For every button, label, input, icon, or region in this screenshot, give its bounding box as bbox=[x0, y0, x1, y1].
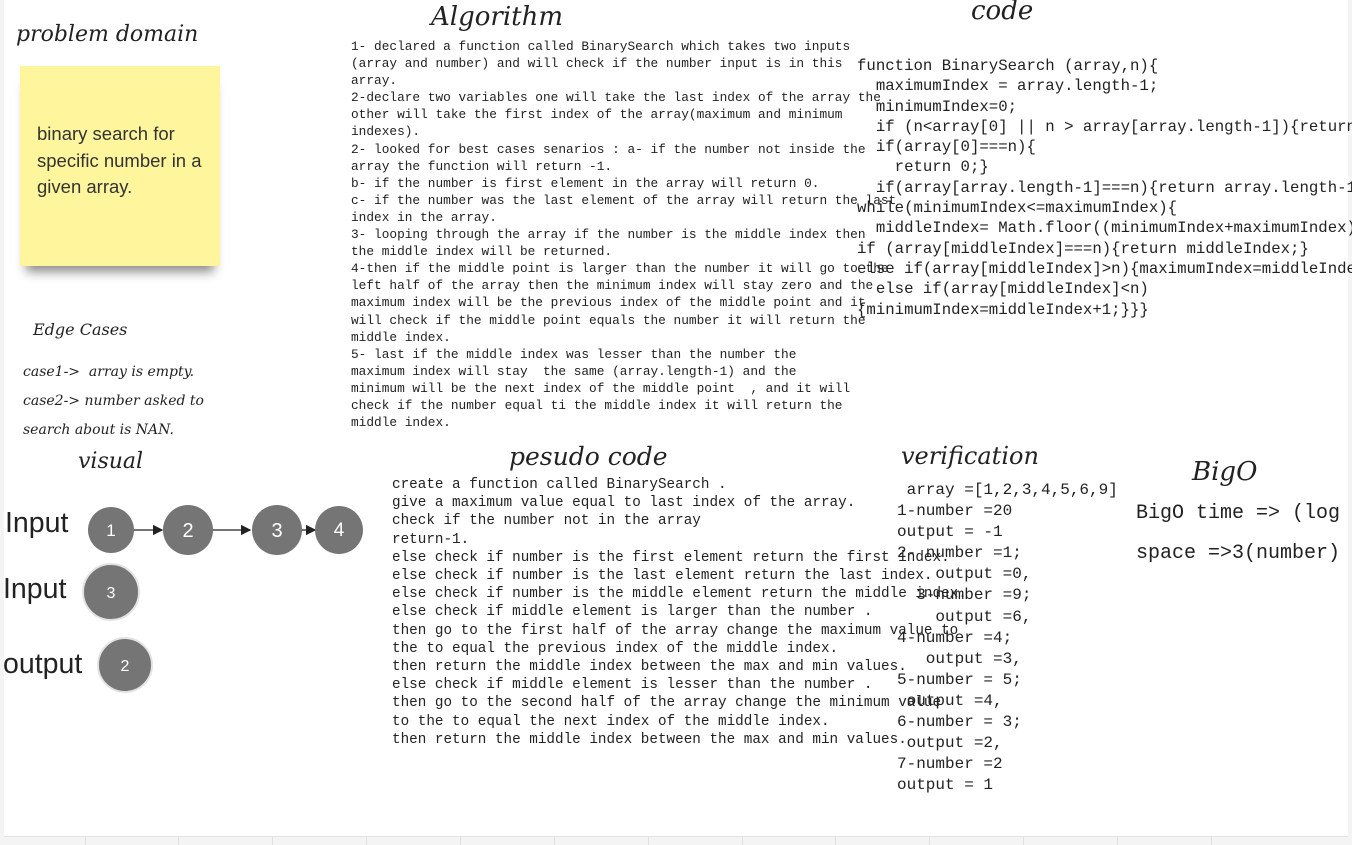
verification-text[interactable]: array =[1,2,3,4,5,6,9] 1-number =20 outp… bbox=[897, 480, 1118, 796]
search-value-node[interactable]: 3 bbox=[82, 563, 140, 621]
verification-heading[interactable]: verification bbox=[901, 442, 1039, 470]
search-value-label: 3 bbox=[107, 585, 116, 602]
visual-diagram: 1 2 3 4 3 2 bbox=[82, 505, 363, 693]
array-node[interactable]: 1 bbox=[88, 507, 134, 553]
pseudo-code-text[interactable]: create a function called BinarySearch . … bbox=[392, 476, 967, 749]
pseudo-code-heading[interactable]: pesudo code bbox=[509, 442, 668, 471]
grid-line bbox=[366, 836, 367, 845]
array-node-label: 4 bbox=[334, 520, 345, 541]
grid-line bbox=[460, 836, 461, 845]
output-value-label: 2 bbox=[121, 658, 130, 675]
bigo-text[interactable]: BigO time => (log n) space =>3(number) bbox=[1136, 494, 1352, 574]
grid-line bbox=[178, 836, 179, 845]
algorithm-heading[interactable]: Algorithm bbox=[431, 2, 563, 32]
array-node-label: 2 bbox=[182, 520, 193, 542]
grid-line bbox=[85, 836, 86, 845]
array-node[interactable]: 2 bbox=[163, 505, 213, 555]
code-heading[interactable]: code bbox=[971, 0, 1033, 26]
output-value-node[interactable]: 2 bbox=[97, 637, 153, 693]
grid-line bbox=[929, 836, 930, 845]
grid-line bbox=[1023, 836, 1024, 845]
grid-line bbox=[648, 836, 649, 845]
grid-line bbox=[742, 836, 743, 845]
grid-line bbox=[1117, 836, 1118, 845]
grid-line bbox=[554, 836, 555, 845]
grid-line bbox=[272, 836, 273, 845]
algorithm-text[interactable]: 1- declared a function called BinarySear… bbox=[351, 38, 896, 431]
code-text[interactable]: function BinarySearch (array,n){ maximum… bbox=[857, 56, 1352, 320]
grid-line bbox=[1211, 836, 1212, 845]
grid-line bbox=[835, 836, 836, 845]
array-node-label: 1 bbox=[106, 521, 115, 540]
bigo-heading[interactable]: BigO bbox=[1192, 457, 1257, 487]
array-node[interactable]: 4 bbox=[315, 506, 363, 554]
array-node-label: 3 bbox=[271, 520, 282, 542]
array-node[interactable]: 3 bbox=[252, 505, 302, 555]
